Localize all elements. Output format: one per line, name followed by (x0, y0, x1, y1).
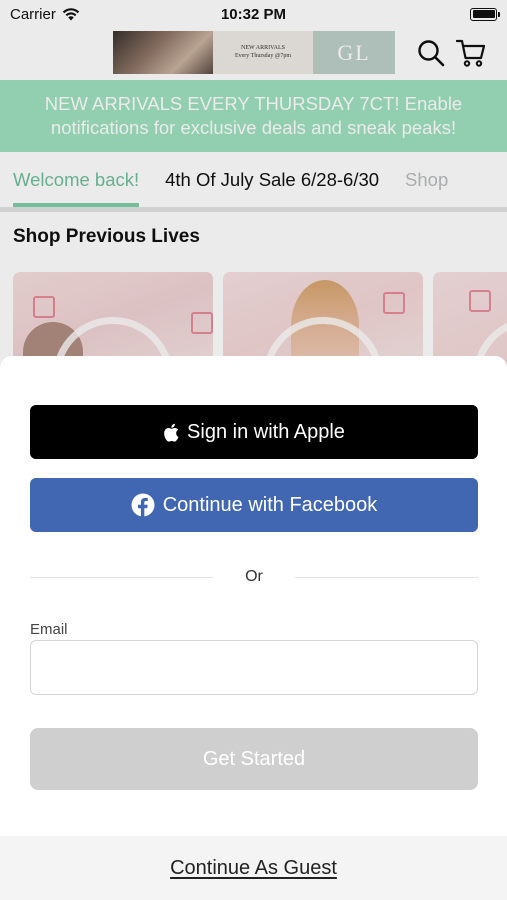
email-field[interactable] (30, 640, 478, 695)
continue-with-facebook-button[interactable]: Continue with Facebook (30, 478, 478, 532)
guest-bar: Continue As Guest (0, 836, 507, 900)
or-divider: Or (30, 566, 478, 588)
or-label: Or (245, 568, 263, 585)
apple-icon (164, 423, 179, 442)
facebook-button-label: Continue with Facebook (162, 493, 378, 516)
sign-in-with-apple-button[interactable]: Sign in with Apple (30, 405, 478, 459)
divider-line (294, 576, 478, 578)
facebook-icon (131, 493, 155, 517)
divider-line (30, 576, 214, 578)
apple-button-label: Sign in with Apple (187, 420, 345, 443)
login-sheet: Sign in with Apple Continue with Faceboo… (0, 356, 507, 900)
continue-as-guest-link[interactable]: Continue As Guest (170, 857, 337, 880)
email-label: Email (30, 621, 68, 638)
get-started-button[interactable]: Get Started (30, 728, 478, 790)
get-started-label: Get Started (202, 747, 306, 770)
